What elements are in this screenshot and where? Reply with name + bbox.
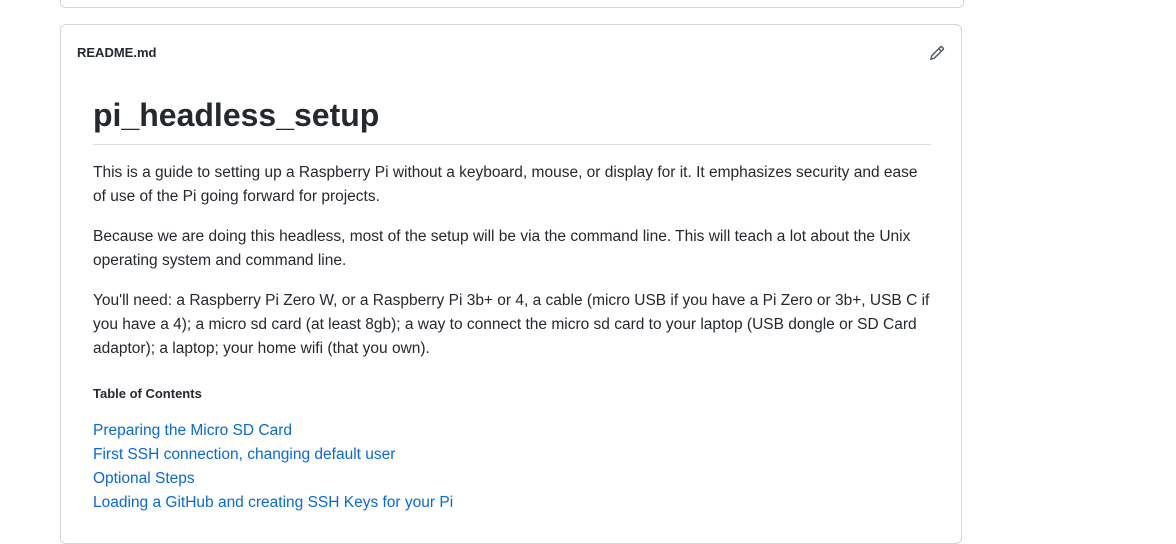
toc-link-preparing-sd-card[interactable]: Preparing the Micro SD Card (93, 422, 292, 439)
readme-filename[interactable]: README.md (77, 45, 156, 61)
toc-link-first-ssh[interactable]: First SSH connection, changing default u… (93, 446, 395, 463)
edit-file-button[interactable] (927, 43, 947, 63)
requirements-paragraph: You'll need: a Raspberry Pi Zero W, or a… (93, 292, 930, 357)
previous-box (60, 0, 964, 8)
pencil-icon (929, 45, 945, 61)
headless-paragraph: Because we are doing this headless, most… (93, 228, 911, 269)
toc-item: Preparing the Micro SD Card (93, 419, 931, 443)
toc-list: Preparing the Micro SD Card First SSH co… (93, 419, 931, 515)
toc-link-github-ssh-keys[interactable]: Loading a GitHub and creating SSH Keys f… (93, 494, 453, 511)
intro-paragraph: This is a guide to setting up a Raspberr… (93, 164, 918, 205)
readme-header: README.md (61, 25, 961, 79)
readme-content: pi_headless_setup This is a guide to set… (93, 79, 931, 515)
toc-item: First SSH connection, changing default u… (93, 443, 931, 467)
readme-panel: README.md pi_headless_setup This is a gu… (60, 24, 962, 544)
toc-item: Loading a GitHub and creating SSH Keys f… (93, 491, 931, 515)
page-title: pi_headless_setup (93, 79, 931, 145)
toc-heading: Table of Contents (93, 386, 202, 401)
toc-link-optional-steps[interactable]: Optional Steps (93, 470, 195, 487)
toc-item: Optional Steps (93, 467, 931, 491)
